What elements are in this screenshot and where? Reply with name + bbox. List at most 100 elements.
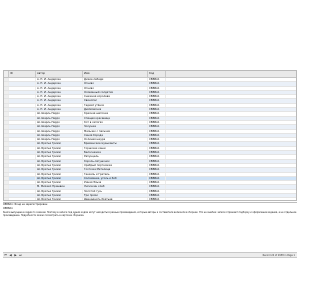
- cell-title: Свинопас: [83, 99, 148, 103]
- cell-title: Три пряхи: [83, 194, 148, 198]
- cell-empty: [166, 125, 296, 128]
- cell-empty: [166, 82, 296, 85]
- cell-id: [9, 133, 36, 138]
- cell-id: [9, 194, 36, 198]
- top-blank-area: [0, 0, 300, 70]
- cell-code: CBBBA1: [148, 142, 166, 146]
- cell-author: Ш. Братья Гримм: [36, 155, 83, 159]
- cell-empty: [166, 91, 296, 94]
- cell-empty: [166, 164, 296, 167]
- cell-id: [9, 99, 36, 103]
- cell-author: А. П. И. Андерсен: [36, 82, 83, 86]
- column-header-id[interactable]: ID: [9, 71, 36, 77]
- cell-author: Ш. Шарль Перро: [36, 125, 83, 129]
- cell-title: Дикие лебеди: [83, 78, 148, 82]
- cell-title: Спящая красавица: [83, 116, 148, 120]
- cell-code: CBBBA1: [148, 168, 166, 172]
- cell-title: Красная шапочка: [83, 112, 148, 116]
- cell-title: Умная Эльза: [83, 181, 148, 185]
- bottom-blank-area: [0, 258, 300, 300]
- cell-author: Ш. Братья Гримм: [36, 168, 83, 172]
- cell-code: CBBBA1: [148, 185, 166, 189]
- cell-id: [9, 198, 36, 200]
- column-header-empty: [166, 71, 296, 77]
- cell-title: Гадкий утёнок: [83, 103, 148, 108]
- cell-author: Ш. Шарль Перро: [36, 138, 83, 142]
- cell-title: Мальчик с пальчик: [83, 129, 148, 133]
- cell-title: Огниво: [83, 86, 148, 90]
- cell-title: Госпожа Метелица: [83, 168, 148, 172]
- cell-id: [9, 95, 36, 99]
- column-header-title[interactable]: Имя: [83, 71, 148, 77]
- cell-author: Ш. Братья Гримм: [36, 163, 83, 168]
- cell-author: Ш. Братья Гримм: [36, 181, 83, 185]
- cell-id: [9, 138, 36, 142]
- cell-code: CBBBA1: [148, 125, 166, 129]
- cell-author: Ш. Братья Гримм: [36, 146, 83, 151]
- cell-author: Ш. Братья Гримм: [36, 189, 83, 194]
- cell-title: Лисичкин хлеб: [83, 185, 148, 189]
- cell-author: А. П. И. Андерсен: [36, 108, 83, 112]
- cell-id: [9, 155, 36, 159]
- cell-id: [9, 125, 36, 129]
- cell-empty: [166, 134, 296, 137]
- cell-empty: [166, 155, 296, 158]
- column-header-author[interactable]: Автор: [36, 71, 83, 77]
- cell-title: Огниво: [83, 82, 148, 86]
- record-position: Record 24 of 2958 in Page 1: [262, 253, 295, 257]
- cell-title: Кот в сапогах: [83, 120, 148, 125]
- cell-code: CBBBA1: [148, 189, 166, 194]
- cell-code: CBBBA1: [148, 198, 166, 200]
- cell-id: [9, 129, 36, 133]
- cell-id: [9, 82, 36, 86]
- cell-code: CBBBA1: [148, 82, 166, 86]
- cell-author: М. Михаил Пришвин: [36, 185, 83, 189]
- cell-title: Золотой гусь: [83, 189, 148, 194]
- cell-author: Ш. Братья Гримм: [36, 198, 83, 200]
- cell-author: А. П. И. Андерсен: [36, 99, 83, 103]
- grid-header: ID Автор Имя Код: [4, 71, 296, 78]
- cell-id: [9, 151, 36, 155]
- cell-id: [9, 189, 36, 194]
- cell-code: CBBBA1: [148, 172, 166, 176]
- cell-title: Снежная королева: [83, 95, 148, 99]
- cell-empty: [166, 99, 296, 102]
- cell-code: CBBBA1: [148, 95, 166, 99]
- cell-empty: [166, 104, 296, 107]
- cell-code: CBBBA1: [148, 159, 166, 163]
- table-row[interactable]: Ш. Братья Гримм Двенадцать братьев CBBBA1: [4, 198, 296, 200]
- last-record-icon[interactable]: ⏭: [18, 253, 23, 258]
- cell-title: Синяя борода: [83, 133, 148, 138]
- cell-code: CBBBA1: [148, 116, 166, 120]
- cell-id: [9, 120, 36, 125]
- cell-author: А. П. И. Андерсен: [36, 86, 83, 90]
- cell-author: Ш. Шарль Перро: [36, 120, 83, 125]
- cell-empty: [166, 142, 296, 145]
- cell-empty: [166, 138, 296, 141]
- cell-empty: [166, 121, 296, 124]
- cell-empty: [166, 168, 296, 171]
- cell-empty: [166, 190, 296, 193]
- status-area: CBBBA1: Фонд не зарегистрирован CBBBA1 К…: [3, 202, 297, 252]
- cell-title: Соломинка, уголь и боб: [83, 176, 148, 181]
- cell-code: CBBBA1: [148, 112, 166, 116]
- cell-id: [9, 142, 36, 146]
- cell-empty: [166, 194, 296, 197]
- cell-title: Горшочек каши: [83, 146, 148, 151]
- cell-title: Ослиная шкура: [83, 138, 148, 142]
- cell-code: CBBBA1: [148, 146, 166, 151]
- cell-author: Ш. Братья Гримм: [36, 194, 83, 198]
- column-header-code[interactable]: Код: [148, 71, 166, 77]
- cell-id: [9, 181, 36, 185]
- cell-title: Гензель и Гретель: [83, 172, 148, 176]
- cell-empty: [166, 108, 296, 111]
- cell-title: Дюймовочка: [83, 108, 148, 112]
- cell-author: Ш. Братья Гримм: [36, 176, 83, 181]
- records-grid[interactable]: ID Автор Имя Код А. П. И. Андерсен Дикие …: [3, 70, 297, 201]
- cell-empty: [166, 181, 296, 184]
- grid-body: А. П. И. Андерсен Дикие лебеди CBBBA1 А. П.…: [4, 78, 296, 200]
- cell-empty: [166, 185, 296, 188]
- cell-title: Бременские музыканты: [83, 142, 148, 146]
- record-note: Книга выпущена в серии по сказкам. Поэто…: [3, 211, 297, 218]
- cell-empty: [166, 147, 296, 150]
